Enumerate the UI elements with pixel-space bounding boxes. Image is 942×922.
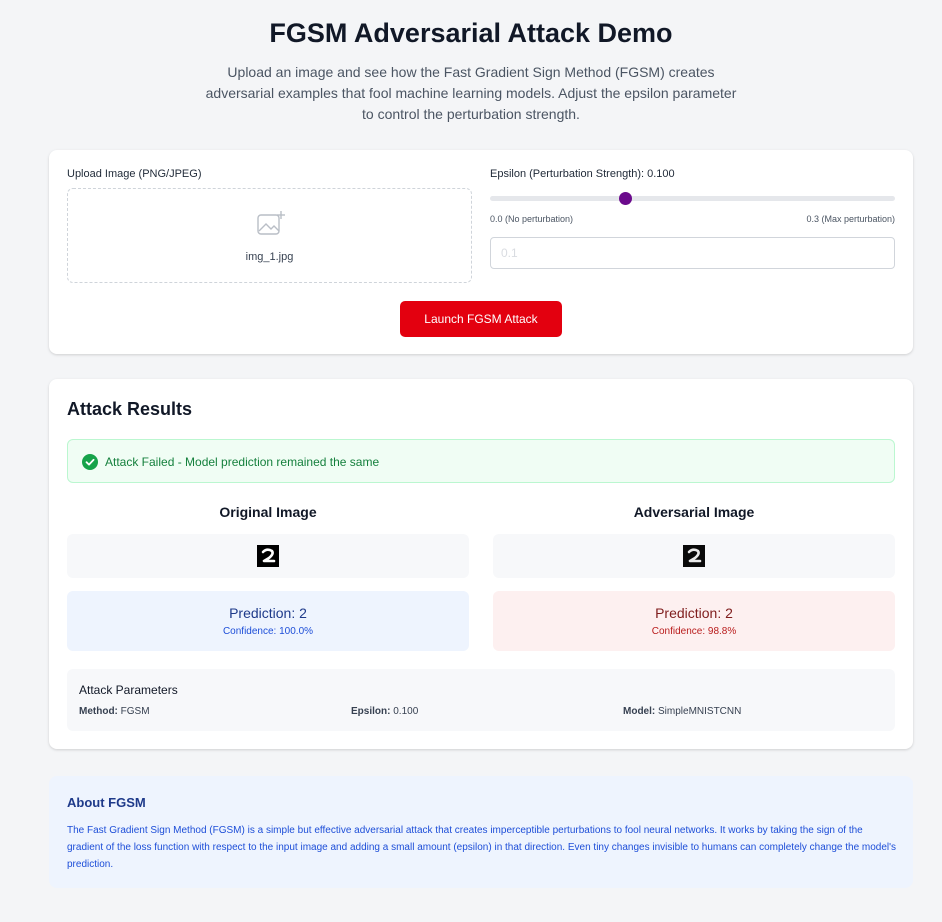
original-image-frame [67, 534, 469, 578]
epsilon-slider-thumb[interactable] [618, 192, 632, 205]
attack-parameters: Attack Parameters Method: FGSM Epsilon: … [67, 669, 895, 731]
attack-parameters-title: Attack Parameters [79, 683, 178, 697]
original-digit-image [257, 545, 279, 567]
adversarial-prediction: Prediction: 2 [655, 605, 733, 621]
epsilon-min-label: 0.0 (No perturbation) [490, 214, 574, 224]
adversarial-digit-image [683, 545, 705, 567]
param-model-value: SimpleMNISTCNN [658, 706, 742, 717]
param-model: Model: SimpleMNISTCNN [623, 706, 741, 717]
image-add-icon [257, 211, 285, 235]
image-dropzone[interactable]: img_1.jpg [67, 188, 472, 283]
status-message: Attack Failed - Model prediction remaine… [105, 455, 380, 469]
epsilon-slider[interactable] [490, 192, 895, 205]
original-image-title: Original Image [219, 504, 317, 520]
adversarial-confidence: Confidence: 98.8% [651, 626, 737, 637]
param-method: Method: FGSM [79, 706, 150, 717]
param-model-label: Model: [623, 706, 656, 717]
uploaded-file-name: img_1.jpg [245, 251, 294, 263]
check-circle-icon [82, 454, 98, 470]
param-epsilon-label: Epsilon: [351, 706, 391, 717]
original-confidence: Confidence: 100.0% [222, 626, 314, 637]
adversarial-prediction-box: Prediction: 2 Confidence: 98.8% [493, 591, 895, 651]
original-prediction: Prediction: 2 [229, 605, 307, 621]
upload-label: Upload Image (PNG/JPEG) [67, 168, 202, 180]
epsilon-input[interactable] [490, 237, 895, 269]
param-epsilon: Epsilon: 0.100 [351, 706, 418, 717]
page-subtitle: Upload an image and see how the Fast Gra… [205, 64, 737, 122]
about-text: The Fast Gradient Sign Method (FGSM) is … [67, 825, 897, 870]
adversarial-image-frame [493, 534, 895, 578]
page-title: FGSM Adversarial Attack Demo [269, 18, 673, 48]
launch-attack-button[interactable]: Launch FGSM Attack [400, 301, 562, 337]
param-method-label: Method: [79, 706, 118, 717]
epsilon-max-label: 0.3 (Max perturbation) [806, 214, 895, 224]
upload-card: Upload Image (PNG/JPEG) img_1.jpg Epsilo… [49, 150, 913, 354]
results-card: Attack Results Attack Failed - Model pre… [49, 379, 913, 749]
status-banner: Attack Failed - Model prediction remaine… [67, 439, 895, 483]
original-prediction-box: Prediction: 2 Confidence: 100.0% [67, 591, 469, 651]
results-title: Attack Results [67, 399, 193, 419]
param-method-value: FGSM [120, 706, 150, 717]
epsilon-label: Epsilon (Perturbation Strength): 0.100 [490, 168, 675, 180]
about-card: About FGSM The Fast Gradient Sign Method… [49, 776, 913, 888]
about-title: About FGSM [67, 795, 146, 810]
adversarial-image-title: Adversarial Image [633, 504, 755, 520]
param-epsilon-value: 0.100 [393, 706, 419, 717]
